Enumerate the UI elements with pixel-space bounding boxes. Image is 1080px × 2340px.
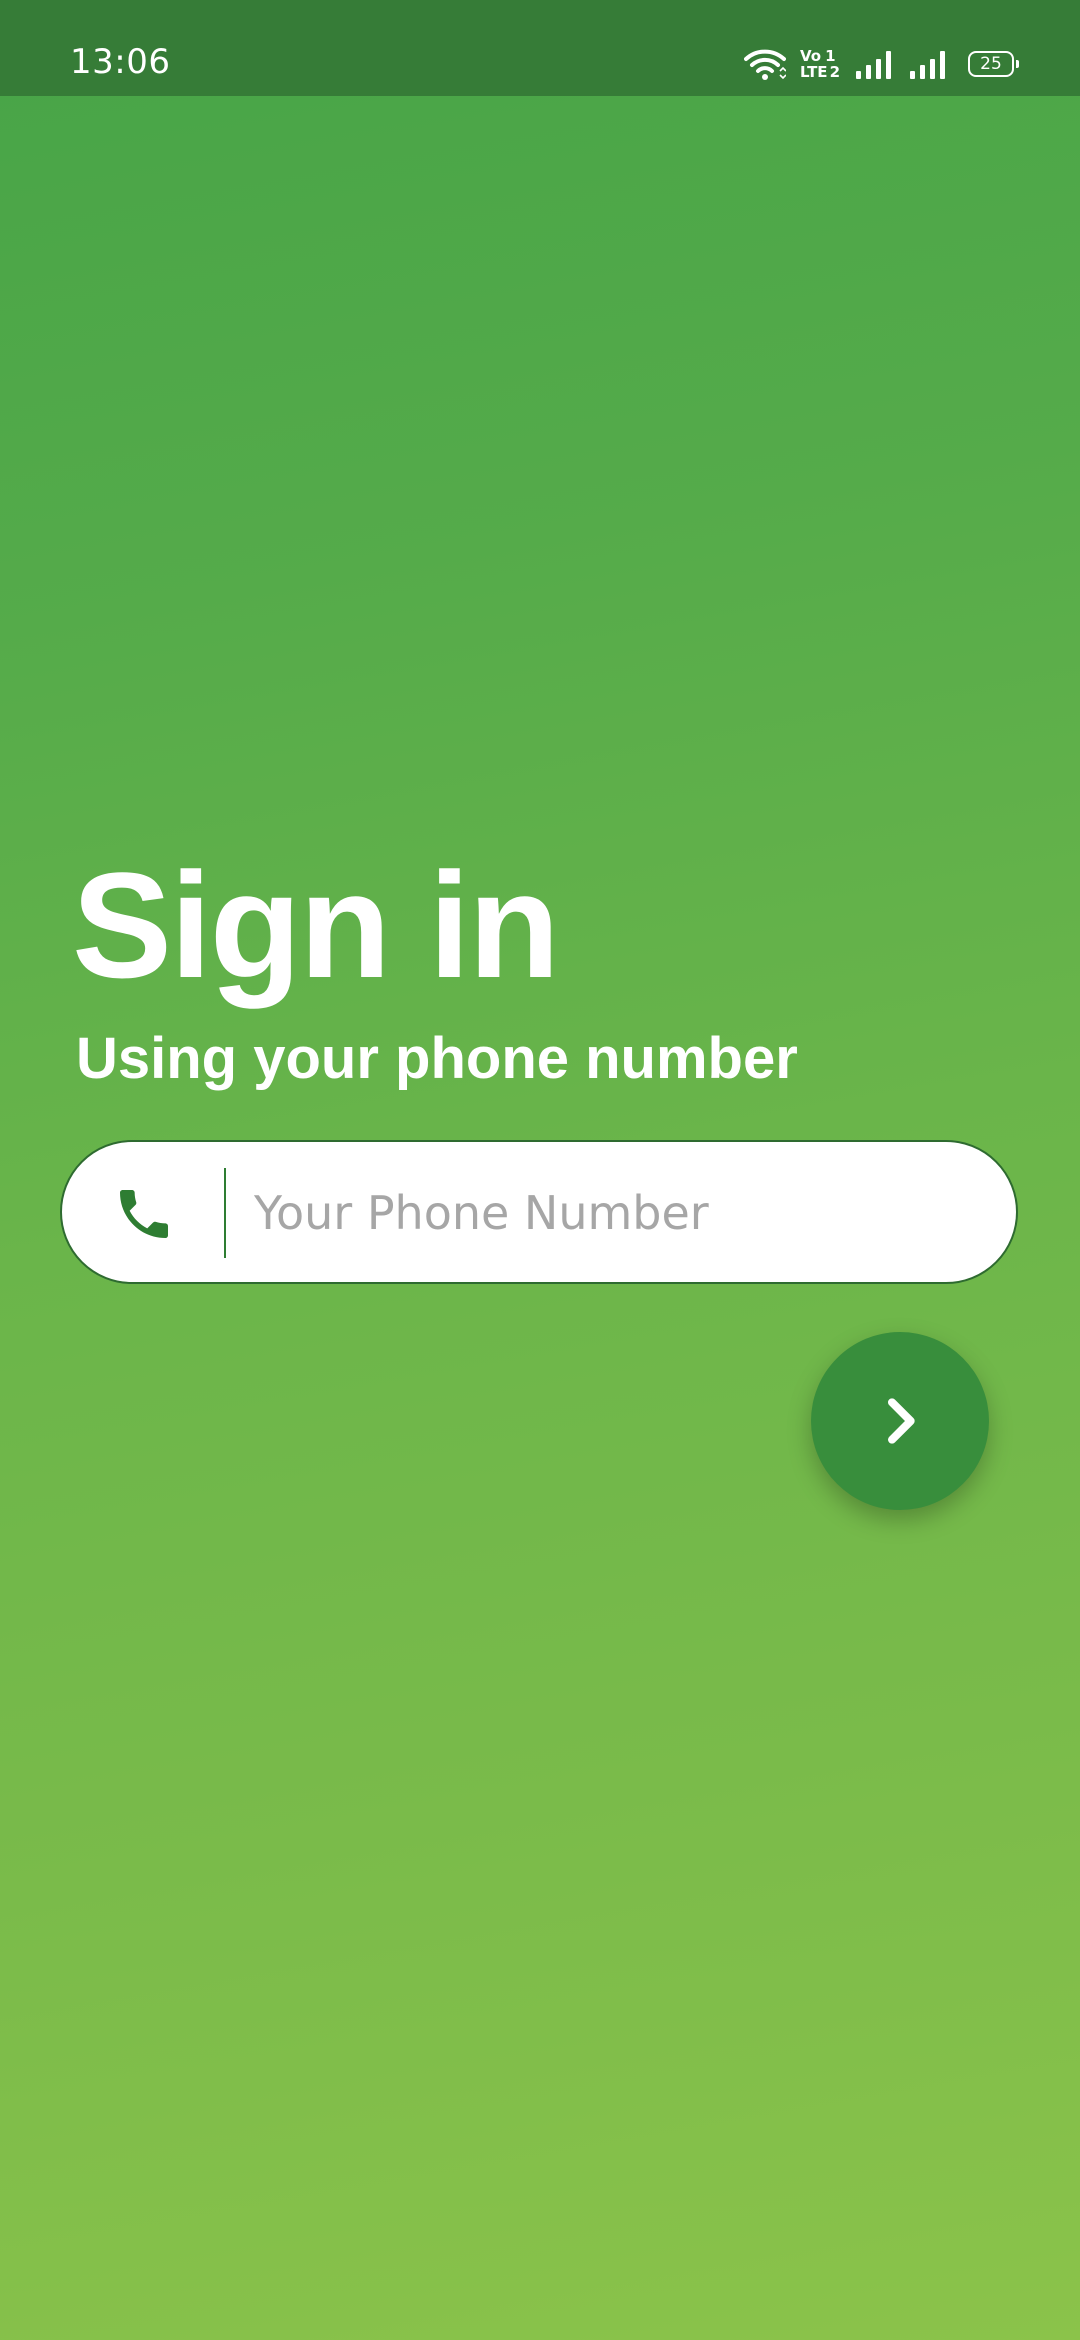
phone-number-input[interactable] — [254, 1170, 974, 1256]
lte-label: LTE — [800, 63, 828, 81]
chevron-right-icon — [868, 1389, 932, 1453]
status-time: 13:06 — [70, 42, 171, 82]
input-divider — [224, 1168, 226, 1258]
battery-icon: 25 — [968, 51, 1019, 77]
status-bar: 13:06 Vo 1 LTE 2 25 — [0, 0, 1080, 96]
page-subtitle: Using your phone number — [76, 1026, 798, 1091]
wifi-icon — [744, 47, 786, 81]
page-title: Sign in — [72, 841, 560, 1009]
phone-number-field[interactable] — [60, 1140, 1018, 1284]
sim2-label: 2 — [829, 63, 840, 81]
signal-sim1-icon — [854, 49, 894, 79]
signal-sim2-icon — [908, 49, 948, 79]
phone-icon — [112, 1182, 176, 1246]
volte-indicator: Vo 1 LTE 2 — [800, 48, 840, 80]
battery-level: 25 — [980, 54, 1002, 74]
sim1-label: 1 — [825, 47, 836, 65]
volte-label: Vo — [800, 47, 822, 65]
next-button[interactable] — [811, 1332, 989, 1510]
status-icons: Vo 1 LTE 2 25 — [744, 44, 1019, 84]
